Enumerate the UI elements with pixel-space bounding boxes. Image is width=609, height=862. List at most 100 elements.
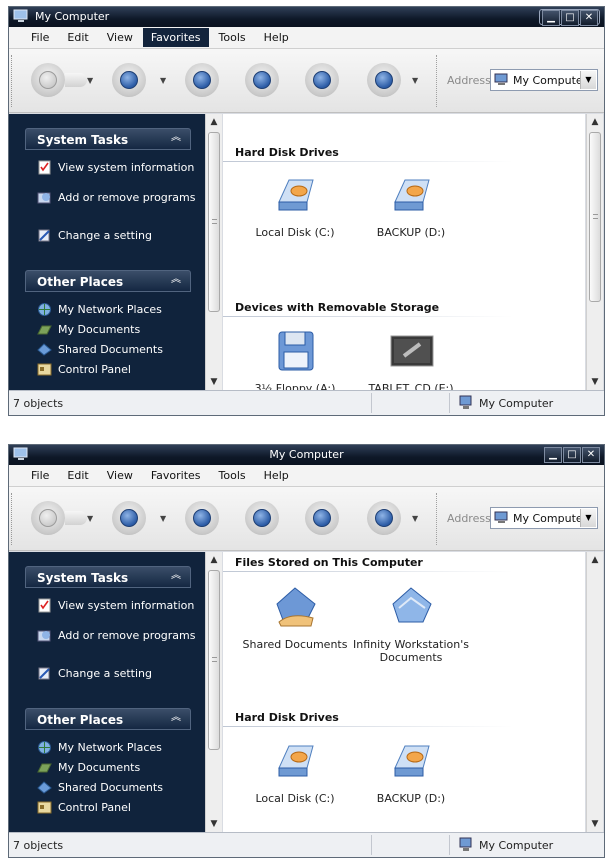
menu-file[interactable]: File [23, 466, 57, 485]
collapse-chevron-icon[interactable]: ︽ [170, 713, 182, 725]
other-places-header[interactable]: Other Places ︽ [25, 270, 191, 292]
folders-button[interactable] [305, 63, 339, 97]
menu-edit[interactable]: Edit [59, 28, 96, 47]
scroll-up-icon[interactable]: ▲ [588, 553, 602, 567]
task-pane-scrollbar[interactable]: ▲ ▼ [205, 552, 222, 832]
object-count: 7 objects [13, 397, 64, 410]
address-value: My Computer [513, 512, 588, 525]
control-panel-icon [37, 363, 52, 376]
hard-disk-icon [278, 179, 314, 211]
minimize-button[interactable]: ▁ [544, 447, 562, 463]
status-bar: 7 objects My Computer [9, 390, 604, 415]
toolbar-grip[interactable] [11, 493, 14, 545]
scroll-down-icon[interactable]: ▼ [588, 817, 602, 831]
collapse-chevron-icon[interactable]: ︽ [170, 571, 182, 583]
add-remove-programs-icon [37, 192, 51, 204]
scroll-thumb[interactable] [589, 132, 601, 302]
back-arrow-icon [39, 71, 57, 89]
views-button[interactable] [367, 63, 401, 97]
scroll-down-icon[interactable]: ▼ [207, 375, 221, 389]
menu-edit[interactable]: Edit [59, 466, 96, 485]
menu-view[interactable]: View [99, 28, 141, 47]
scroll-up-icon[interactable]: ▲ [588, 115, 602, 129]
collapse-chevron-icon[interactable]: ︽ [170, 133, 182, 145]
content-scrollbar[interactable]: ▲ ▼ [586, 552, 603, 832]
title-bar[interactable]: My Computer ▁ □ ✕ [9, 445, 604, 465]
menu-file[interactable]: File [23, 28, 57, 47]
collapse-chevron-icon[interactable]: ︽ [170, 275, 182, 287]
menu-favorites[interactable]: Favorites [142, 28, 209, 47]
search-button[interactable] [245, 501, 279, 535]
my-documents-icon [37, 325, 52, 335]
back-button[interactable] [31, 501, 65, 535]
scroll-thumb[interactable] [208, 132, 220, 312]
content-scrollbar[interactable]: ▲ ▼ [586, 114, 603, 390]
back-button[interactable] [31, 63, 65, 97]
toolbar: ▼ ▼ ▼ Address My Computer ▼ [9, 487, 604, 551]
scroll-thumb[interactable] [208, 570, 220, 750]
toolbar-grip[interactable] [11, 55, 14, 107]
minimize-button[interactable]: ▁ [542, 10, 560, 26]
change-setting-icon [38, 229, 50, 242]
menu-tools[interactable]: Tools [211, 466, 254, 485]
menu-help[interactable]: Help [256, 466, 297, 485]
cd-drive-icon [390, 335, 434, 367]
address-bar[interactable]: My Computer ▼ [490, 69, 598, 91]
shared-folder-icon [276, 587, 316, 627]
other-places-header[interactable]: Other Places ︽ [25, 708, 191, 730]
views-dropdown-icon[interactable]: ▼ [412, 515, 420, 523]
close-button[interactable]: ✕ [582, 447, 600, 463]
scroll-down-icon[interactable]: ▼ [588, 375, 602, 389]
views-dropdown-icon[interactable]: ▼ [412, 77, 420, 85]
address-bar[interactable]: My Computer ▼ [490, 507, 598, 529]
window-controls: ▁ □ ✕ [543, 447, 600, 463]
toolbar: ▼ ▼ ▼ Address My Computer ▼ [9, 49, 604, 113]
views-button[interactable] [367, 501, 401, 535]
control-panel-icon [37, 801, 52, 814]
forward-button[interactable] [112, 501, 146, 535]
task-pane: System Tasks ︽ View system information A… [9, 114, 205, 390]
search-icon [253, 509, 271, 527]
address-label: Address [447, 74, 491, 87]
menu-tools[interactable]: Tools [211, 28, 254, 47]
scroll-up-icon[interactable]: ▲ [207, 115, 221, 129]
my-computer-icon [459, 395, 472, 409]
folders-button[interactable] [305, 501, 339, 535]
scroll-down-icon[interactable]: ▼ [207, 817, 221, 831]
forward-dropdown-icon[interactable]: ▼ [160, 77, 168, 85]
address-dropdown-icon[interactable]: ▼ [580, 509, 596, 527]
window-controls: ▁ □ ✕ [539, 9, 600, 26]
title-bar[interactable]: My Computer ▁ □ ✕ [9, 7, 604, 27]
content-pane: Files Stored on This Computer Shared Doc… [223, 552, 585, 832]
system-tasks-header[interactable]: System Tasks ︽ [25, 128, 191, 150]
forward-dropdown-icon[interactable]: ▼ [160, 515, 168, 523]
network-places-icon [38, 741, 51, 754]
hard-disk-icon [278, 745, 314, 777]
menu-bar: File Edit View Favorites Tools Help [9, 27, 604, 49]
task-pane: System Tasks ︽ View system information A… [9, 552, 205, 832]
menu-favorites[interactable]: Favorites [143, 466, 209, 485]
scroll-up-icon[interactable]: ▲ [207, 553, 221, 567]
up-button[interactable] [185, 63, 219, 97]
menu-view[interactable]: View [99, 466, 141, 485]
back-dropdown-icon[interactable]: ▼ [87, 77, 95, 85]
maximize-button[interactable]: □ [561, 10, 579, 26]
content-pane: Hard Disk Drives Local Disk (C:) BACKUP … [223, 114, 585, 390]
forward-button[interactable] [112, 63, 146, 97]
menu-help[interactable]: Help [256, 28, 297, 47]
up-arrow-icon [193, 509, 211, 527]
change-setting-icon [38, 667, 50, 680]
system-tasks-header[interactable]: System Tasks ︽ [25, 566, 191, 588]
close-button[interactable]: ✕ [580, 10, 598, 26]
address-dropdown-icon[interactable]: ▼ [580, 71, 596, 89]
status-bar: 7 objects My Computer [9, 832, 604, 857]
window-title: My Computer [35, 10, 110, 23]
up-button[interactable] [185, 501, 219, 535]
back-dropdown-icon[interactable]: ▼ [87, 515, 95, 523]
shared-documents-icon [37, 343, 52, 356]
floppy-disk-icon [278, 331, 314, 371]
maximize-button[interactable]: □ [563, 447, 581, 463]
add-remove-programs-icon [37, 630, 51, 642]
search-button[interactable] [245, 63, 279, 97]
task-pane-scrollbar[interactable]: ▲ ▼ [205, 114, 222, 390]
